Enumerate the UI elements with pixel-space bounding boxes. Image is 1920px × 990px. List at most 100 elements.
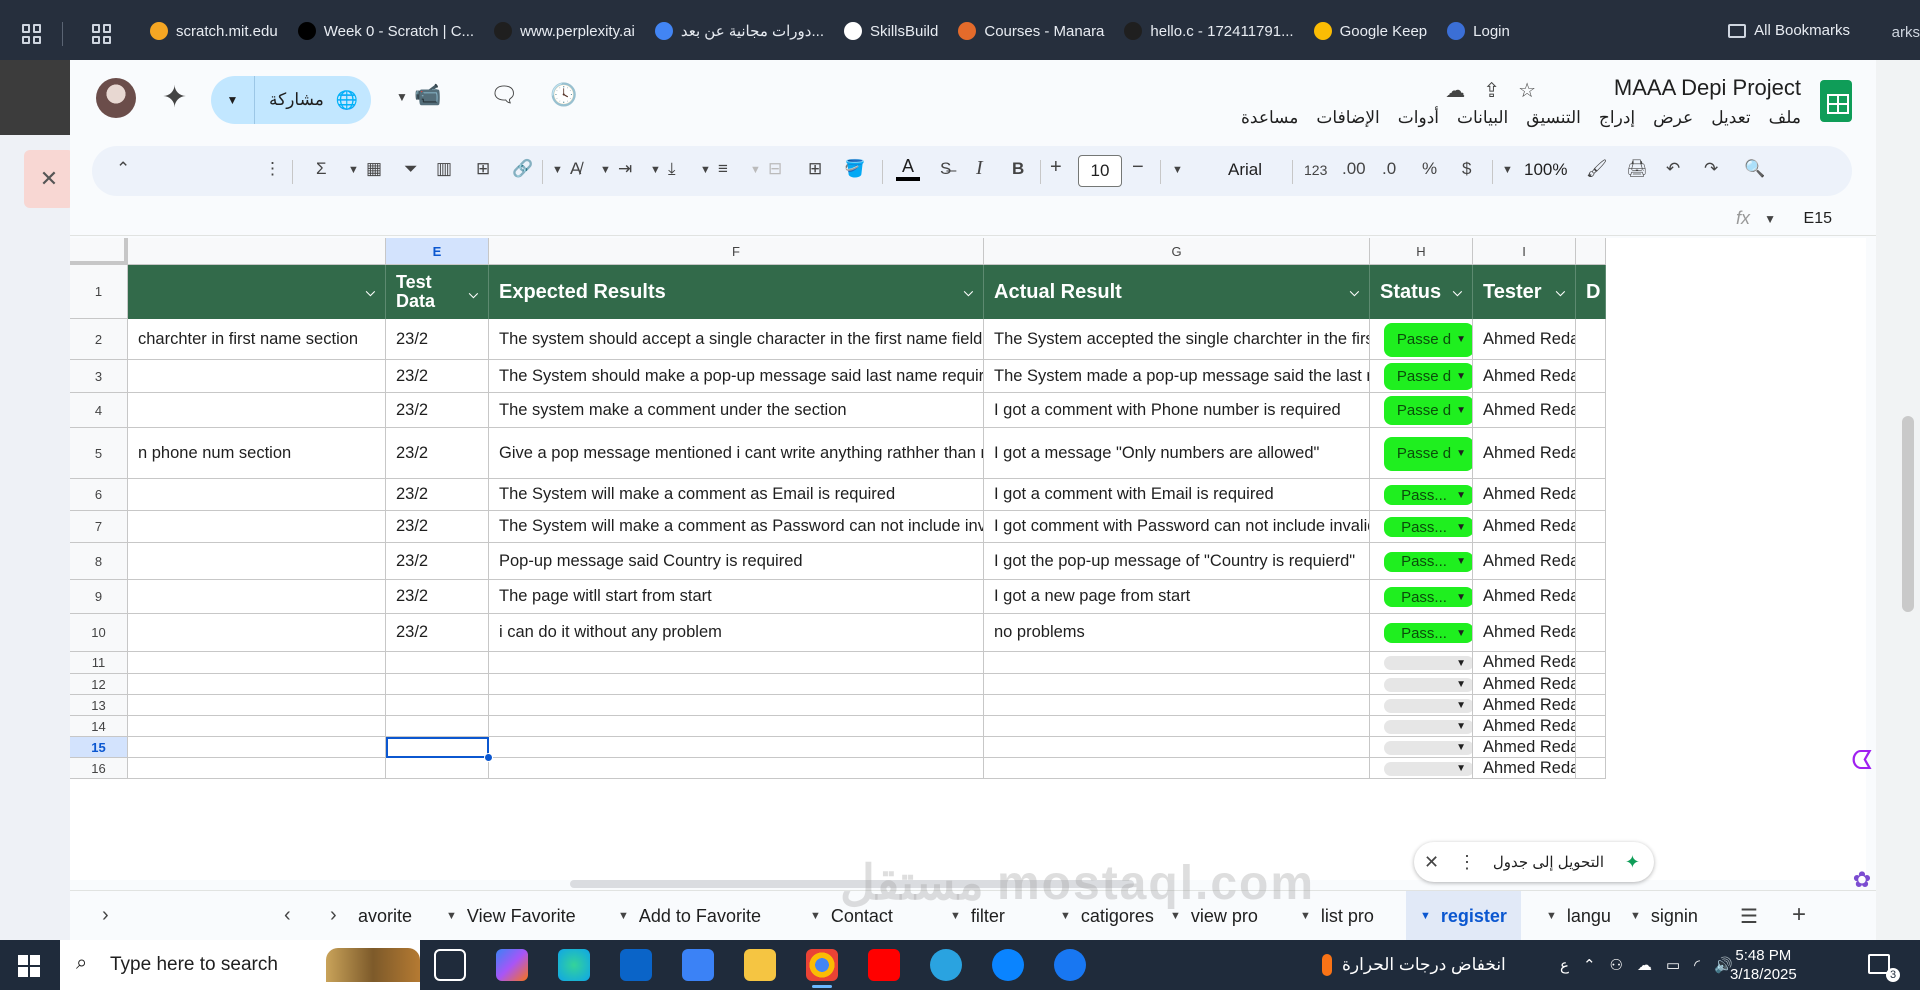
table-cell[interactable] [984, 758, 1370, 779]
table-cell[interactable]: Pop-up message said Country is required [489, 543, 984, 580]
text-rotation-icon[interactable]: A̸ [570, 159, 581, 179]
gemini-sparkle-icon[interactable]: ✦ [162, 80, 187, 115]
table-cell[interactable] [1576, 580, 1606, 614]
status-chip[interactable]: ▼ [1384, 761, 1472, 776]
table-cell[interactable] [984, 652, 1370, 674]
table-cell[interactable]: The system make a comment under the sect… [489, 393, 984, 428]
table-cell[interactable] [1576, 695, 1606, 716]
menu-item[interactable]: تعديل [1711, 108, 1750, 128]
chevron-down-icon[interactable]: ▼ [1456, 403, 1466, 418]
bookmark-item[interactable]: دورات مجانية عن بعد... [654, 22, 824, 40]
chevron-down-icon[interactable]: ▼ [1456, 554, 1466, 569]
table-cell[interactable] [1576, 360, 1606, 393]
currency-button[interactable]: $ [1462, 159, 1471, 179]
column-header[interactable]: I [1473, 238, 1576, 265]
clock[interactable]: 5:48 PM 3/18/2025 [1730, 946, 1797, 984]
bookmark-item[interactable]: hello.c - 172411791... [1124, 22, 1294, 40]
chevron-down-icon[interactable]: ▼ [1456, 740, 1466, 755]
table-cell[interactable]: Pass... ▼ [1370, 479, 1473, 511]
chevron-down-icon[interactable]: ▼ [1456, 677, 1466, 692]
chevron-down-icon[interactable]: ▼ [1456, 656, 1466, 671]
paint-format-icon[interactable]: 🖌 [1586, 159, 1608, 179]
table-cell[interactable] [128, 652, 386, 674]
bookmark-item[interactable]: Courses - Manara [958, 22, 1104, 40]
bookmark-item[interactable]: scratch.mit.edu [150, 22, 278, 40]
comments-icon[interactable]: 🗨 [490, 82, 518, 108]
status-chip[interactable]: ▼ [1384, 719, 1472, 734]
table-cell[interactable]: Ahmed Reda [1473, 428, 1576, 479]
table-cell[interactable] [128, 614, 386, 652]
tab-dropdown-icon[interactable]: ▼ [1420, 910, 1431, 922]
table-cell[interactable]: ▼ [1370, 652, 1473, 674]
table-cell[interactable]: Ahmed Reda [1473, 758, 1576, 779]
merge-cells-icon[interactable]: ⊟ [768, 159, 782, 179]
print-icon[interactable]: 🖨 [1626, 159, 1648, 179]
table-cell[interactable] [1576, 614, 1606, 652]
table-cell[interactable]: I got a message "Only numbers are allowe… [984, 428, 1370, 479]
battery-icon[interactable]: ▭ [1666, 956, 1680, 974]
row-header[interactable]: 5 [70, 428, 128, 479]
extension-icon[interactable]: ᗧ [1840, 740, 1884, 780]
table-cell[interactable]: ▼ [1370, 758, 1473, 779]
select-all-corner[interactable] [70, 238, 128, 265]
table-cell[interactable]: 23/2 [386, 360, 489, 393]
bold-icon[interactable]: B [1012, 159, 1024, 179]
table-cell[interactable] [128, 758, 386, 779]
header-cell[interactable]: Tester ⌵ [1473, 265, 1576, 319]
notifications-icon[interactable]: 3 [1868, 954, 1900, 982]
vertical-scrollbar[interactable] [1902, 416, 1914, 612]
tab-dropdown-icon[interactable]: ▼ [1060, 910, 1071, 922]
close-icon[interactable]: ✕ [1424, 852, 1439, 873]
row-header[interactable]: 4 [70, 393, 128, 428]
name-box-dropdown-icon[interactable]: ▼ [1764, 212, 1776, 226]
table-cell[interactable] [1576, 543, 1606, 580]
table-cell[interactable]: 23/2 [386, 428, 489, 479]
table-cell[interactable]: ▼ [1370, 716, 1473, 737]
tab-dropdown-icon[interactable]: ▼ [618, 910, 629, 922]
tab-dropdown-icon[interactable]: ▼ [1630, 910, 1641, 922]
menu-item[interactable]: إدراج [1599, 108, 1635, 128]
table-cell[interactable] [984, 737, 1370, 758]
status-chip[interactable]: Passe d ▼ [1384, 363, 1472, 390]
table-cell[interactable]: Give a pop message mentioned i cant writ… [489, 428, 984, 479]
vertical-align-icon[interactable]: ⤓ [668, 159, 676, 179]
more-options-icon[interactable]: ⋮ [264, 159, 281, 179]
tab-dropdown-icon[interactable]: ▼ [1546, 910, 1557, 922]
decrease-font-icon[interactable]: − [1132, 156, 1144, 179]
fill-handle[interactable] [484, 753, 493, 762]
table-cell[interactable] [386, 695, 489, 716]
font-family-select[interactable]: Arial [1228, 160, 1262, 180]
table-cell[interactable]: Passe d ▼ [1370, 360, 1473, 393]
close-notification-button[interactable]: ✕ [24, 150, 74, 208]
menu-item[interactable]: التنسيق [1526, 108, 1581, 128]
table-cell[interactable] [489, 716, 984, 737]
functions-dropdown-icon[interactable]: ▼ [348, 164, 359, 176]
redo-icon[interactable]: ↷ [1704, 159, 1718, 179]
table-cell[interactable] [128, 543, 386, 580]
share-button[interactable]: ▼ مشاركة 🌐 [211, 76, 371, 124]
table-cell[interactable] [1576, 319, 1606, 360]
table-cell[interactable]: Passe d ▼ [1370, 393, 1473, 428]
valign-dropdown-icon[interactable]: ▼ [650, 164, 661, 176]
table-cell[interactable]: 23/2 [386, 393, 489, 428]
table-cell[interactable]: The System made a pop-up message said th… [984, 360, 1370, 393]
table-cell[interactable] [128, 393, 386, 428]
header-cell[interactable]: Expected Results ⌵ [489, 265, 984, 319]
table-cell[interactable] [1576, 652, 1606, 674]
youtube-icon[interactable] [868, 949, 900, 981]
tab-dropdown-icon[interactable]: ▼ [810, 910, 821, 922]
header-cell[interactable]: Status ⌵ [1370, 265, 1473, 319]
chevron-down-icon[interactable]: ▼ [1456, 446, 1466, 461]
zoom-dropdown-icon[interactable]: ▼ [1502, 164, 1513, 176]
table-cell[interactable]: Pass... ▼ [1370, 511, 1473, 543]
sheet-tab[interactable]: ▼ Add to Favorite [618, 891, 761, 941]
avatar[interactable] [96, 78, 136, 118]
strikethrough-icon[interactable]: S̶ [940, 159, 951, 179]
document-title[interactable]: MAAA Depi Project [1614, 75, 1801, 101]
column-header[interactable]: G [984, 238, 1370, 265]
table-cell[interactable]: no problems [984, 614, 1370, 652]
menu-item[interactable]: ملف [1769, 108, 1801, 128]
outlook-icon[interactable] [620, 949, 652, 981]
table-cell[interactable] [386, 674, 489, 695]
number-format-button[interactable]: 123 [1304, 162, 1327, 178]
